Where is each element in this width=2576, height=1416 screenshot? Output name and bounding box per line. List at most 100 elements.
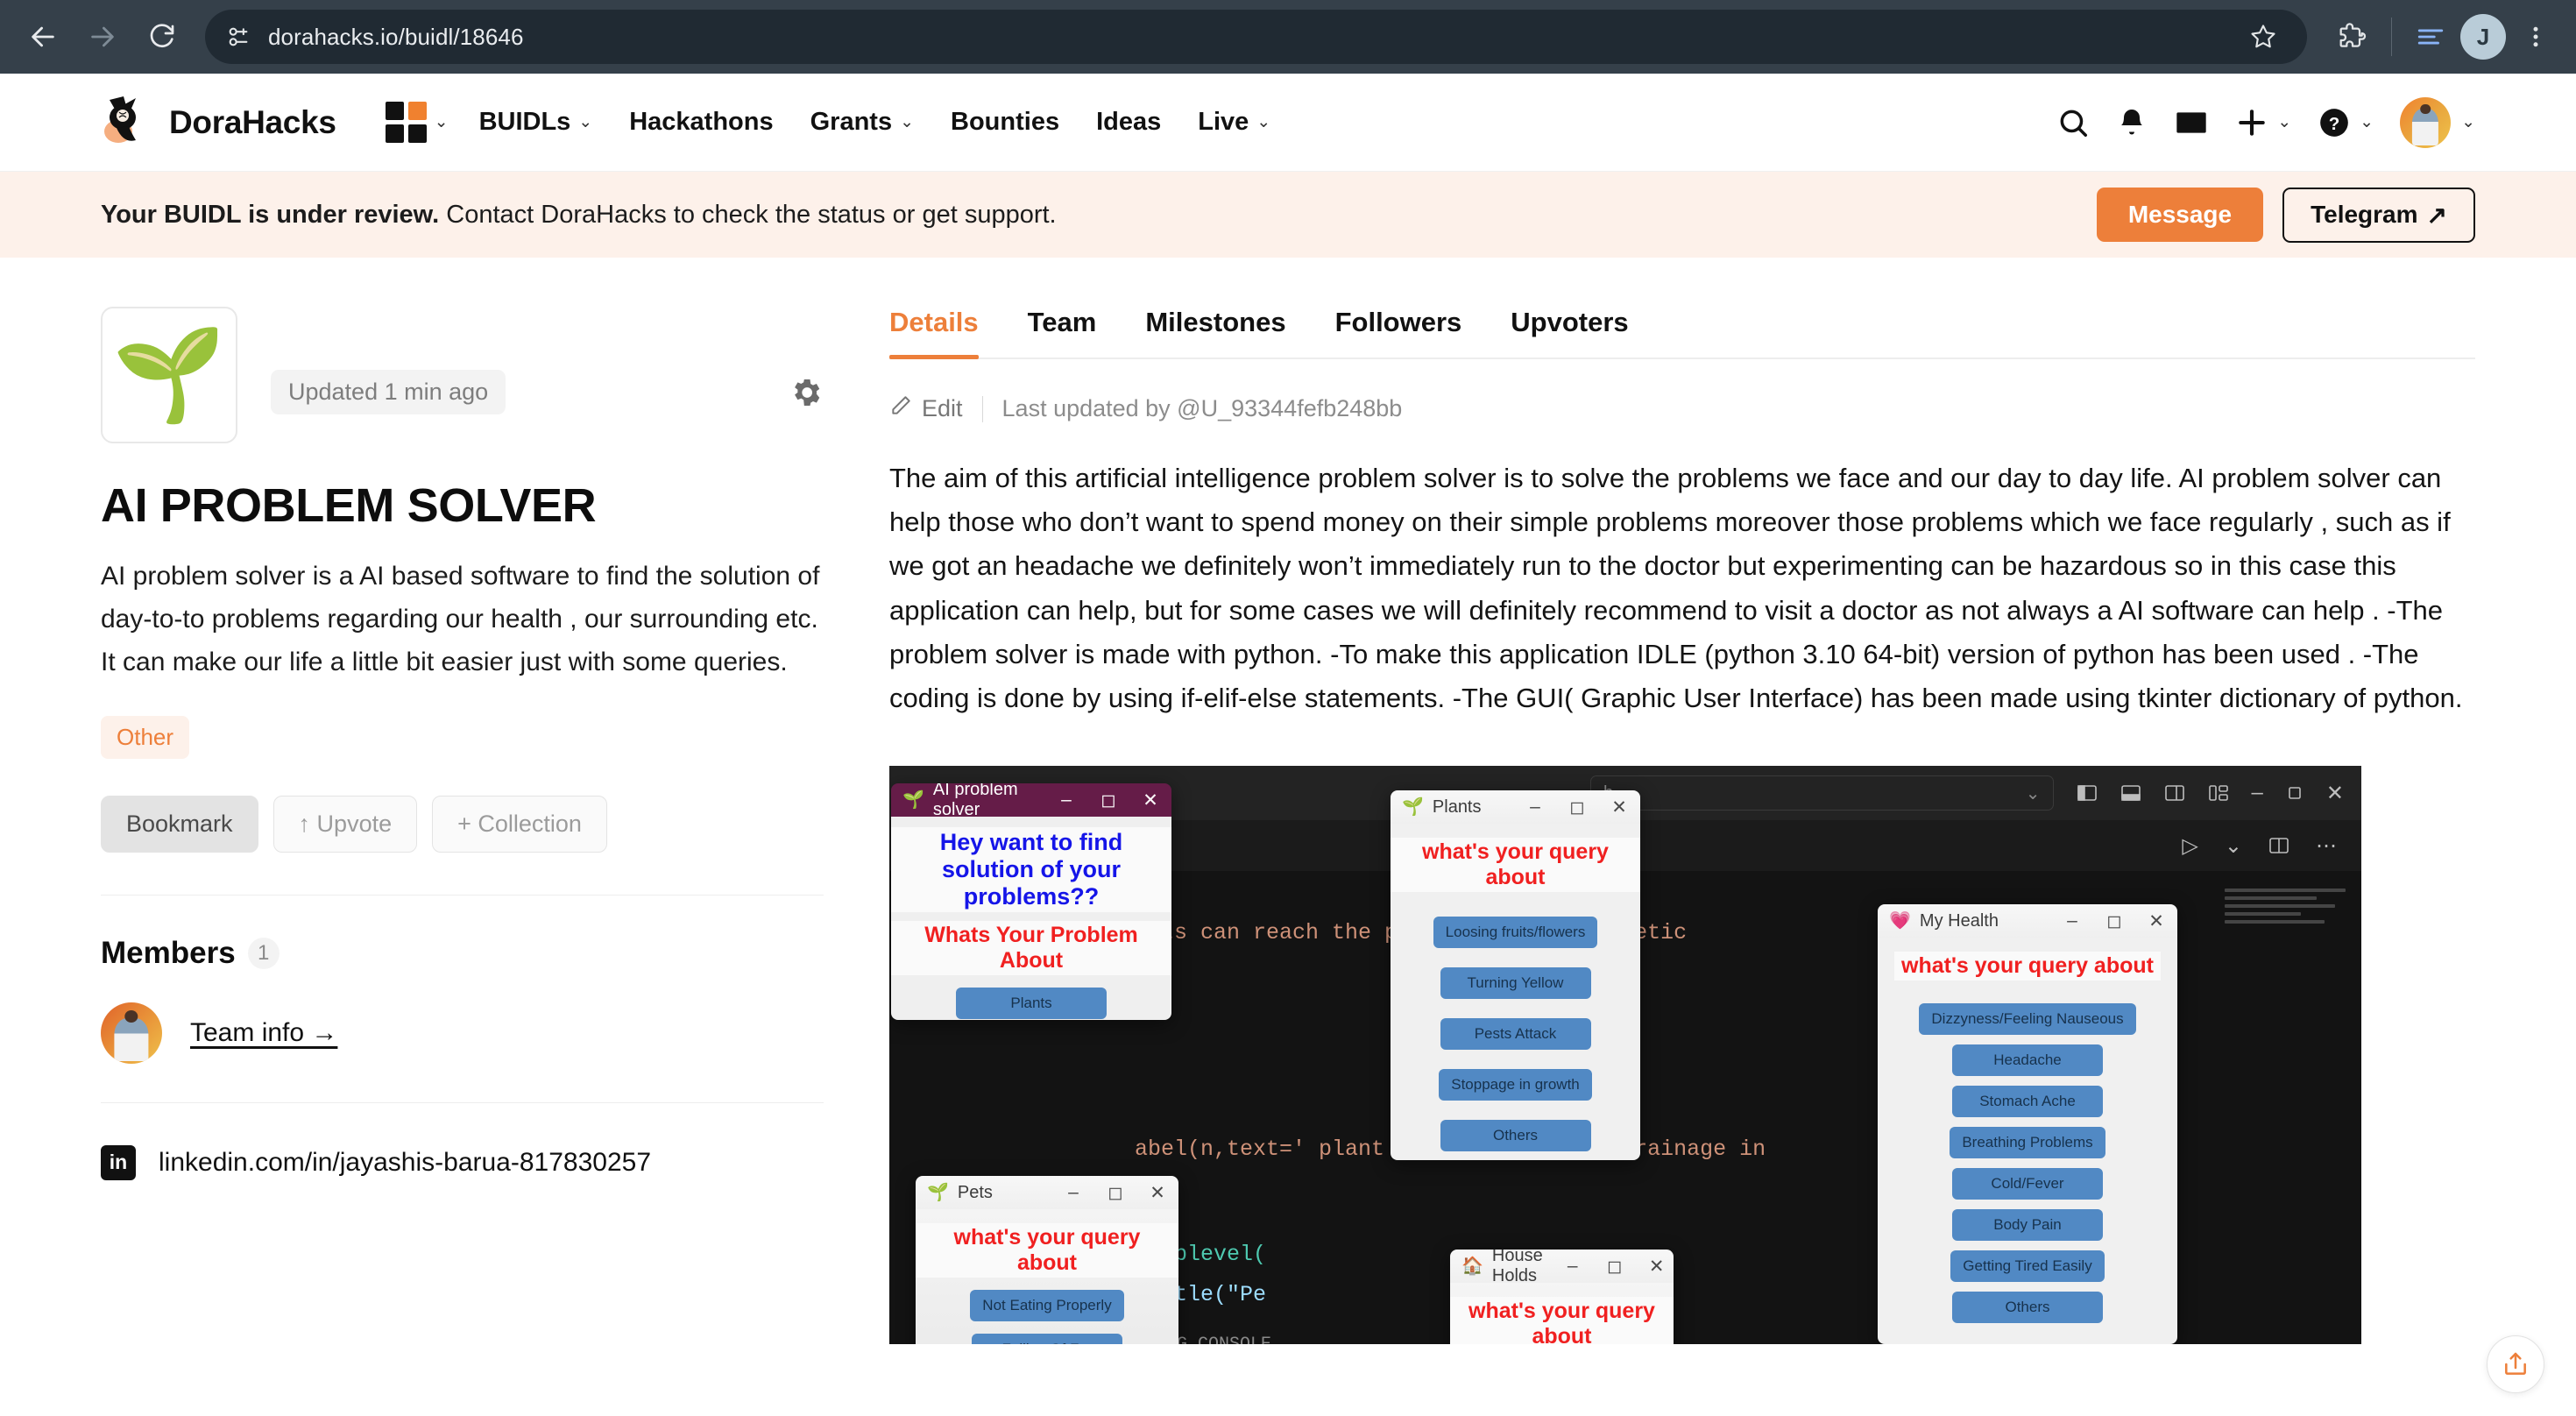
apps-grid-button[interactable]: ⌄	[373, 102, 461, 143]
review-alert-banner: Your BUIDL is under review. Contact Dora…	[0, 172, 2576, 258]
window-titlebar: 🌱 Plants – ◻ ✕	[1391, 790, 1640, 825]
window-controls: – ◻ ✕	[1514, 790, 1640, 824]
window-controls: – ◻ ✕	[1552, 1250, 1674, 1283]
tk-button-stomach-ache[interactable]: Stomach Ache	[1952, 1086, 2103, 1118]
linkedin-url[interactable]: linkedin.com/in/jayashis-barua-817830257	[159, 1148, 651, 1178]
tk-button-pests-attack[interactable]: Pests Attack	[1440, 1018, 1591, 1051]
split-editor-icon[interactable]	[2268, 836, 2289, 855]
close-icon[interactable]: ✕	[1636, 1250, 1674, 1283]
edit-button[interactable]: Edit	[889, 394, 963, 423]
tk-button-falling-of-fur[interactable]: Falling Of Fur	[972, 1334, 1122, 1345]
restore-icon[interactable]	[2286, 784, 2304, 802]
tk-button-loosing-fruits-flowers[interactable]: Loosing fruits/flowers	[1433, 917, 1598, 949]
more-actions-icon[interactable]: ⋯	[2316, 833, 2337, 859]
window-body: what's your query about	[1450, 1283, 1674, 1345]
nav-label: Grants	[810, 108, 893, 136]
tab-milestones[interactable]: Milestones	[1121, 307, 1310, 358]
restore-icon[interactable]: ◻	[1594, 1250, 1636, 1283]
site-settings-icon[interactable]	[224, 23, 252, 51]
tk-button-others[interactable]: Others	[1440, 1120, 1591, 1152]
address-bar[interactable]: dorahacks.io/buidl/18646	[205, 10, 2307, 64]
tk-button-dizzyness-feeling-nauseous[interactable]: Dizzyness/Feeling Nauseous	[1919, 1003, 2136, 1036]
add-collection-button[interactable]: + Collection	[432, 795, 607, 853]
run-caret-icon[interactable]: ⌄	[2225, 833, 2242, 859]
restore-icon[interactable]: ◻	[1087, 783, 1129, 817]
nav-item-live[interactable]: Live ⌄	[1179, 108, 1289, 137]
telegram-button[interactable]: Telegram ↗	[2282, 187, 2475, 243]
browser-profile-avatar[interactable]: J	[2460, 14, 2506, 60]
project-logo: 🌱	[101, 307, 237, 443]
minimize-icon[interactable]: –	[2252, 781, 2263, 805]
tk-button-turning-yellow[interactable]: Turning Yellow	[1440, 967, 1591, 1000]
tab-team[interactable]: Team	[1003, 307, 1122, 358]
category-tag[interactable]: Other	[101, 715, 190, 759]
panel-bottom-icon[interactable]	[2120, 783, 2141, 803]
restore-icon[interactable]: ◻	[1556, 790, 1598, 824]
close-icon[interactable]: ✕	[1129, 783, 1171, 817]
nav-item-hackathons[interactable]: Hackathons	[611, 108, 791, 137]
envelope-icon[interactable]	[2174, 105, 2209, 140]
back-arrow-icon[interactable]	[16, 10, 70, 64]
user-avatar-button[interactable]: ⌄	[2400, 96, 2475, 148]
tk-button-stoppage-in-growth[interactable]: Stoppage in growth	[1439, 1069, 1592, 1101]
restore-icon[interactable]: ◻	[2093, 904, 2135, 938]
nav-item-bounties[interactable]: Bounties	[932, 108, 1078, 137]
bookmark-button[interactable]: Bookmark	[101, 795, 258, 853]
tk-button-body-pain[interactable]: Body Pain	[1952, 1209, 2103, 1242]
layout-grid-icon[interactable]	[2208, 783, 2229, 803]
tab-followers[interactable]: Followers	[1311, 307, 1487, 358]
tab-upvoters[interactable]: Upvoters	[1486, 307, 1652, 358]
reload-icon[interactable]	[135, 10, 189, 64]
message-button[interactable]: Message	[2096, 188, 2264, 242]
vscode-minimap[interactable]	[2225, 889, 2356, 1257]
tk-window-my-health: 💗 My Health – ◻ ✕ what's your query abou…	[1878, 904, 2177, 1345]
minimize-icon[interactable]: –	[1052, 1176, 1094, 1209]
close-icon[interactable]: ✕	[1136, 1176, 1178, 1209]
help-button[interactable]: ? ⌄	[2318, 106, 2374, 139]
close-icon[interactable]: ✕	[2135, 904, 2177, 938]
app-icon: 🌱	[1402, 797, 1424, 818]
window-title: Pets	[957, 1182, 993, 1202]
restore-icon[interactable]: ◻	[1094, 1176, 1136, 1209]
kebab-menu-icon[interactable]	[2511, 12, 2560, 61]
gear-icon[interactable]	[789, 375, 824, 414]
team-info-link[interactable]: Team info →	[190, 1018, 337, 1048]
nav-item-grants[interactable]: Grants ⌄	[792, 108, 932, 137]
extensions-icon[interactable]	[2328, 12, 2377, 61]
star-icon[interactable]	[2239, 12, 2288, 61]
vscode-search-input[interactable]: h ⌄	[1590, 775, 2054, 811]
reading-list-icon[interactable]	[2406, 12, 2455, 61]
forward-arrow-icon[interactable]	[75, 10, 130, 64]
tk-window-pets: 🌱 Pets – ◻ ✕ what's your query about Not…	[916, 1176, 1178, 1345]
close-icon[interactable]: ✕	[2326, 781, 2344, 806]
window-body: Hey want to find solution of your proble…	[891, 817, 1171, 1021]
tk-button-breathing-problems[interactable]: Breathing Problems	[1950, 1127, 2105, 1159]
tk-button-others[interactable]: Others	[1952, 1292, 2103, 1324]
tk-button-getting-tired-easily[interactable]: Getting Tired Easily	[1950, 1250, 2105, 1283]
nav-item-ideas[interactable]: Ideas	[1078, 108, 1179, 137]
social-link-row[interactable]: in linkedin.com/in/jayashis-barua-817830…	[101, 1144, 824, 1180]
minimize-icon[interactable]: –	[1552, 1250, 1594, 1283]
search-icon[interactable]	[2056, 106, 2090, 139]
tk-button-not-eating-properly[interactable]: Not Eating Properly	[970, 1290, 1124, 1322]
share-icon[interactable]	[2487, 1335, 2544, 1393]
divider	[101, 894, 824, 896]
minimize-icon[interactable]: –	[2051, 904, 2093, 938]
app-icon: 💗	[1889, 911, 1911, 931]
tk-button-plants[interactable]: Plants	[956, 988, 1107, 1020]
brand-logo[interactable]: DoraHacks	[101, 95, 336, 150]
add-button[interactable]: ⌄	[2235, 106, 2291, 139]
bell-icon[interactable]	[2116, 107, 2148, 138]
tk-button-cold-fever[interactable]: Cold/Fever	[1952, 1168, 2103, 1200]
nav-item-buidls[interactable]: BUIDLs ⌄	[461, 108, 612, 137]
run-icon[interactable]: ▷	[2182, 833, 2197, 859]
minimize-icon[interactable]: –	[1045, 783, 1087, 817]
close-icon[interactable]: ✕	[1598, 790, 1640, 824]
upvote-button[interactable]: ↑ Upvote	[272, 795, 418, 853]
tab-details[interactable]: Details	[889, 307, 1003, 359]
minimize-icon[interactable]: –	[1514, 790, 1556, 824]
chevron-down-icon: ⌄	[900, 113, 915, 131]
panel-right-icon[interactable]	[2164, 783, 2185, 803]
tk-button-headache[interactable]: Headache	[1952, 1044, 2103, 1077]
panel-left-icon[interactable]	[2077, 783, 2098, 803]
